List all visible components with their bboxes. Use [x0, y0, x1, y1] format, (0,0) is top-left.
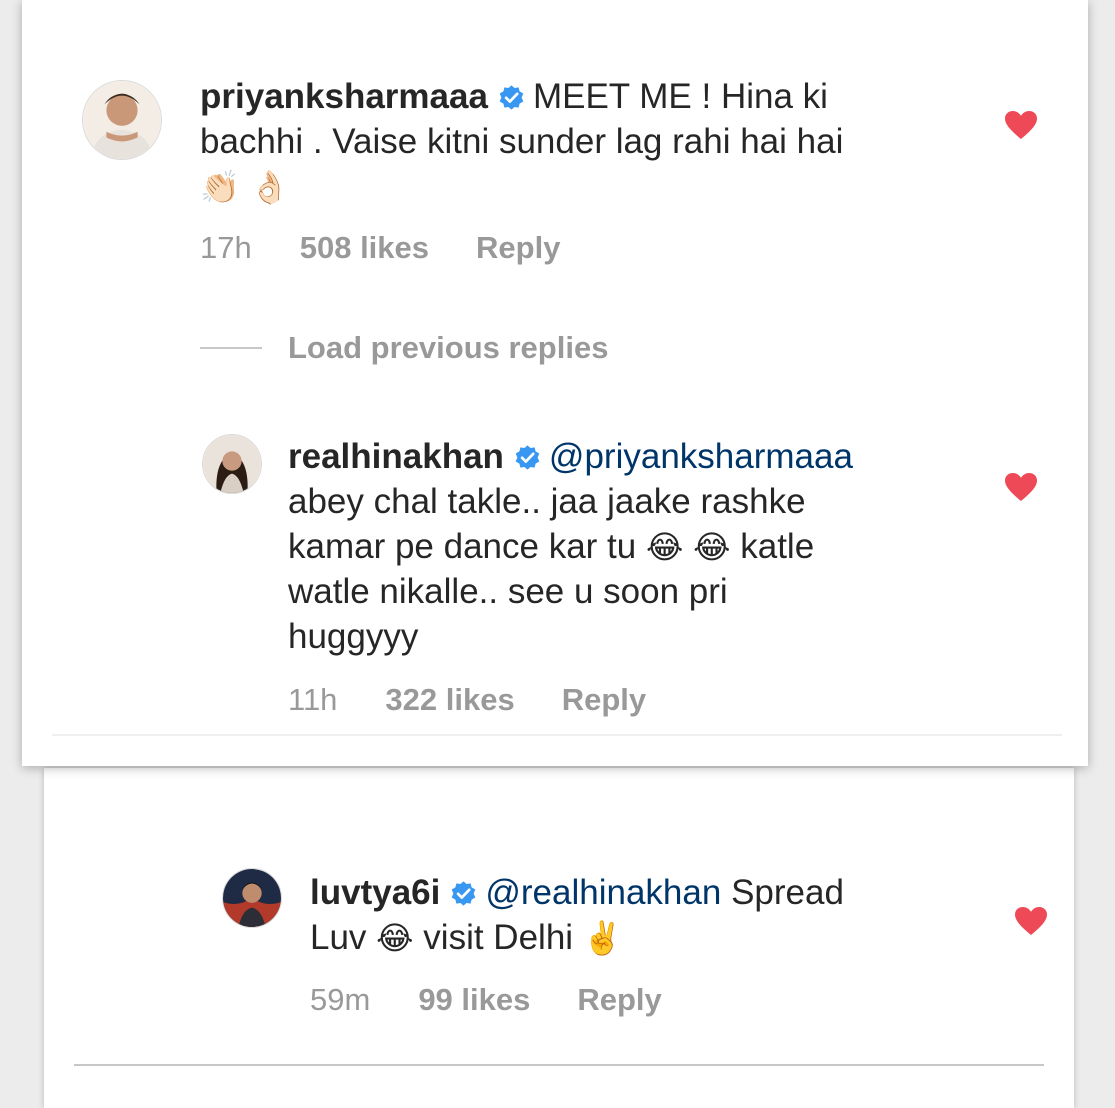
- verified-badge-icon: [498, 84, 525, 111]
- laughing-emoji: 😂: [376, 919, 414, 957]
- comment-username[interactable]: luvtya6i: [310, 873, 440, 912]
- comment-text-line3: watle nikalle.. see u soon pri: [288, 572, 728, 611]
- load-previous-replies-label: Load previous replies: [288, 330, 609, 365]
- verified-badge-icon: [514, 444, 541, 471]
- comment-text-line2: kamar pe dance kar tu: [288, 527, 637, 566]
- comment-username[interactable]: realhinakhan: [288, 437, 504, 476]
- mention-link[interactable]: @realhinakhan: [485, 873, 721, 912]
- victory-hand-emoji: ✌️: [582, 919, 623, 957]
- comment-text-line2-end: visit Delhi: [423, 918, 574, 957]
- heart-icon[interactable]: [1014, 906, 1048, 936]
- comment-likes[interactable]: 99 likes: [418, 982, 530, 1018]
- avatar-realhinakhan[interactable]: [202, 434, 262, 494]
- comment-meta: 17h 508 likes Reply: [200, 230, 560, 266]
- avatar-priyanksharmaaa[interactable]: [82, 80, 162, 160]
- comment-likes[interactable]: 322 likes: [385, 682, 514, 718]
- verified-badge-icon: [450, 880, 477, 907]
- comment-text-line2: bachhi . Vaise kitni sunder lag rahi hai…: [200, 122, 844, 161]
- laughing-emoji: 😂: [693, 528, 731, 566]
- comment-text-line2-start: Luv: [310, 918, 367, 957]
- comment-body: priyanksharmaaa MEET ME ! Hina ki bachhi …: [200, 74, 1020, 209]
- reply-button[interactable]: Reply: [562, 682, 646, 718]
- comment-meta: 59m 99 likes Reply: [310, 982, 662, 1018]
- comment-time: 11h: [288, 682, 338, 717]
- reply-button[interactable]: Reply: [577, 982, 661, 1018]
- comment-time: 59m: [310, 982, 371, 1017]
- avatar-luvtya6i[interactable]: [222, 868, 282, 928]
- mention-link[interactable]: @priyanksharmaaa: [549, 437, 853, 476]
- comment-text-line4: huggyyy: [288, 617, 419, 656]
- card-bottom-divider: [52, 734, 1062, 736]
- comment-card-top: priyanksharmaaa MEET ME ! Hina ki bachhi …: [22, 0, 1088, 766]
- ok-hand-emoji: 👌🏻: [249, 168, 290, 206]
- comment-body: realhinakhan @priyanksharmaaa abey chal t…: [288, 434, 1008, 659]
- comment-text-line1: abey chal takle.. jaa jaake rashke: [288, 482, 806, 521]
- laughing-emoji: 😂: [645, 528, 684, 566]
- comment-card-bottom: luvtya6i @realhinakhan Spread Luv 😂 visit…: [44, 768, 1074, 1108]
- comment-text-line2-end: katle: [740, 527, 815, 566]
- comment-text-line1: MEET ME ! Hina ki: [532, 77, 828, 116]
- clapping-hands-emoji: 👏🏻: [200, 168, 240, 206]
- divider-line: [200, 347, 262, 349]
- comment-meta: 11h 322 likes Reply: [288, 682, 646, 718]
- heart-icon[interactable]: [1004, 110, 1038, 140]
- section-divider: [74, 1064, 1044, 1066]
- comment-username[interactable]: priyanksharmaaa: [200, 77, 488, 116]
- heart-icon[interactable]: [1004, 472, 1038, 502]
- load-previous-replies[interactable]: Load previous replies: [200, 330, 608, 366]
- comment-likes[interactable]: 508 likes: [300, 230, 429, 266]
- comment-time: 17h: [200, 230, 252, 265]
- comment-body: luvtya6i @realhinakhan Spread Luv 😂 visit…: [310, 870, 1030, 960]
- comment-text-line1-end: Spread: [731, 873, 844, 912]
- reply-button[interactable]: Reply: [476, 230, 560, 266]
